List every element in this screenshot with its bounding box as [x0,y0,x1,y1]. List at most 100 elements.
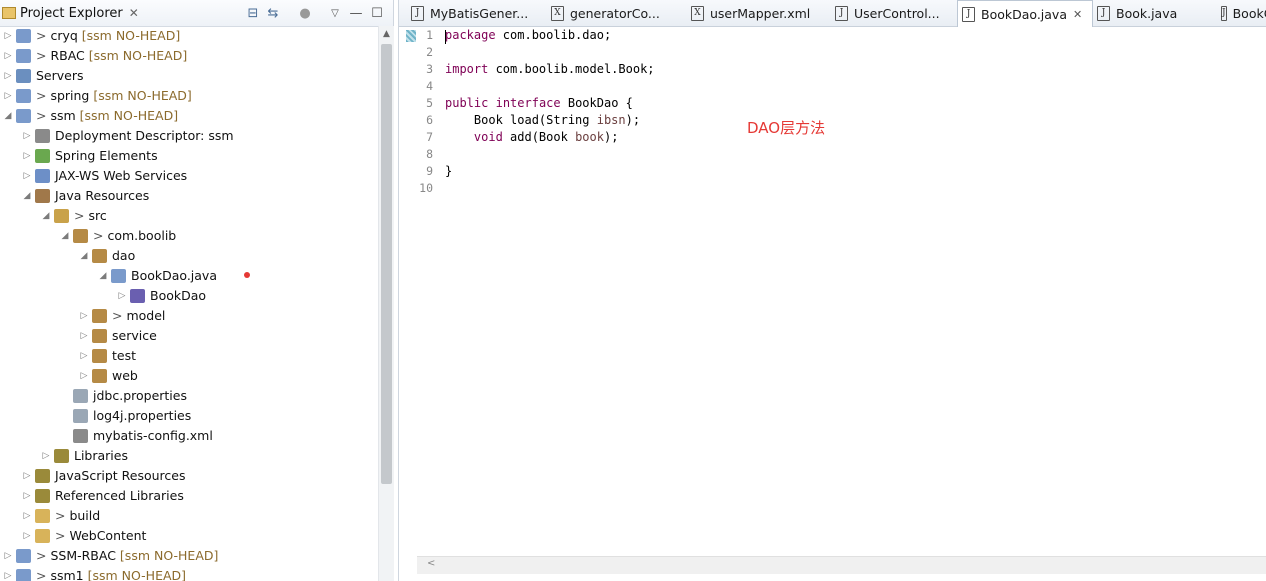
expand-arrow-icon[interactable]: ▷ [22,126,32,146]
project-icon [16,49,31,63]
tree-item[interactable]: ▷ Referenced Libraries [0,486,378,506]
expand-arrow-icon[interactable]: ▷ [22,526,32,546]
tree-item[interactable]: ▷ > build [0,506,378,526]
explorer-tab[interactable]: Project Explorer ✕ [0,0,139,26]
scroll-thumb[interactable] [381,44,392,484]
expand-arrow-icon[interactable]: ▷ [22,466,32,486]
expand-arrow-icon[interactable]: ▷ [22,486,32,506]
tree-item[interactable]: ▷ JAX-WS Web Services [0,166,378,186]
tree-item[interactable]: ▷ > SSM-RBAC [ssm NO-HEAD] [0,546,378,566]
editor-tab[interactable]: J MyBatisGener... [407,0,539,26]
library-icon [54,449,69,463]
collapse-arrow-icon[interactable]: ◢ [98,266,108,286]
tree-item[interactable]: ◢ Java Resources [0,186,378,206]
tree-item[interactable]: ▷ Servers [0,66,378,86]
editor-tab[interactable]: XgeneratorCo... [547,0,679,26]
editor-tab[interactable]: J UserControl... [831,0,949,26]
expand-arrow-icon[interactable]: ▷ [79,306,89,326]
tree-item[interactable]: ▷ test [0,346,378,366]
expand-arrow-icon[interactable]: ▷ [22,166,32,186]
tree-item[interactable]: ◢ dao [0,246,378,266]
tree-item[interactable]: mybatis-config.xml [0,426,378,446]
tree-item[interactable]: ◢ > ssm [ssm NO-HEAD] [0,106,378,126]
tree-item[interactable]: ▷ BookDao [0,286,378,306]
close-tab-icon[interactable]: ✕ [1073,8,1082,21]
editor-tab-label: UserControl... [854,5,940,21]
text-caret [445,30,446,44]
tree-item[interactable]: ▷ Deployment Descriptor: ssm [0,126,378,146]
tree-item[interactable]: ◢ BookDao.java [0,266,378,286]
collapse-arrow-icon[interactable]: ◢ [22,186,32,206]
tree-item[interactable]: ▷ JavaScript Resources [0,466,378,486]
collapse-arrow-icon[interactable]: ◢ [79,246,89,266]
expand-arrow-icon[interactable]: ▷ [3,566,13,581]
tree-item[interactable]: ▷ > model [0,306,378,326]
source-folder-icon [54,209,69,223]
minimize-icon[interactable]: — [347,4,365,22]
editor-tab[interactable]: J BookDao.java ✕ [957,0,1093,27]
tree-item-label: Deployment Descriptor: ssm [55,128,234,143]
editor-tab[interactable]: XuserMapper.xml [687,0,823,26]
code-text: } [445,164,453,178]
scroll-up-arrow-icon[interactable]: ▲ [379,26,394,42]
explorer-title: Project Explorer [20,5,123,21]
line-number: 2 [426,45,433,59]
tree-item-label: > cryq [ssm NO-HEAD] [36,28,181,43]
code-text: Book load(String [445,113,597,127]
collapse-all-icon[interactable]: ⊟ [244,4,262,22]
tree-item[interactable]: ▷ > spring [ssm NO-HEAD] [0,86,378,106]
maximize-icon[interactable]: ☐ [368,4,386,22]
expand-arrow-icon[interactable]: ▷ [117,286,127,306]
expand-arrow-icon[interactable]: ▷ [22,506,32,526]
expand-arrow-icon[interactable]: ▷ [79,326,89,346]
collapse-arrow-icon[interactable]: ◢ [60,226,70,246]
tree-item[interactable]: ▷ service [0,326,378,346]
tree-item[interactable]: ▷ web [0,366,378,386]
editor-tab[interactable]: J BookCon [1217,0,1266,26]
collapse-arrow-icon[interactable]: ◢ [41,206,51,226]
expand-arrow-icon[interactable]: ▷ [3,546,13,566]
expand-arrow-icon[interactable]: ▷ [3,66,13,86]
tree-item-label: > SSM-RBAC [ssm NO-HEAD] [36,548,219,563]
collapse-arrow-icon[interactable]: ◢ [3,106,13,126]
editor-tab-label: BookCon [1232,5,1266,21]
folder-icon [35,509,50,523]
project-icon [16,109,31,123]
filter-icon[interactable]: ● [296,4,314,22]
link-with-editor-icon[interactable]: ⇆ [264,4,282,22]
tree-item[interactable]: ◢ > src [0,206,378,226]
xml-file-icon [73,429,88,443]
parameter: ibsn [596,113,626,127]
editor-tab[interactable]: J Book.java [1093,0,1207,26]
expand-arrow-icon[interactable]: ▷ [3,26,13,46]
view-menu-icon[interactable]: ▽ [326,4,344,22]
expand-arrow-icon[interactable]: ▷ [41,446,51,466]
expand-arrow-icon[interactable]: ▷ [79,366,89,386]
tree-item[interactable]: ▷ > RBAC [ssm NO-HEAD] [0,46,378,66]
tree-item-label: > RBAC [ssm NO-HEAD] [36,48,188,63]
editor-horizontal-scrollbar[interactable]: < [417,556,1266,574]
scroll-left-arrow-icon[interactable]: < [427,558,435,569]
webservice-icon [35,169,50,183]
package-icon [92,309,107,323]
tree-item[interactable]: ◢ > com.boolib [0,226,378,246]
tree-item[interactable]: ▷ Libraries [0,446,378,466]
explorer-vertical-scrollbar[interactable]: ▲ [378,26,394,581]
code-text: com.boolib.dao; [495,28,612,42]
code-content[interactable]: package com.boolib.dao; import com.booli… [445,27,655,197]
expand-arrow-icon[interactable]: ▷ [79,346,89,366]
tree-item[interactable]: ▷ > ssm1 [ssm NO-HEAD] [0,566,378,581]
line-number: 9 [426,164,433,178]
close-icon[interactable]: ✕ [129,6,139,20]
expand-arrow-icon[interactable]: ▷ [22,146,32,166]
tree-item[interactable]: ▷ > cryq [ssm NO-HEAD] [0,26,378,46]
tree-item[interactable]: jdbc.properties [0,386,378,406]
tree-item[interactable]: ▷ Spring Elements [0,146,378,166]
expand-arrow-icon[interactable]: ▷ [3,46,13,66]
expand-arrow-icon[interactable]: ▷ [3,86,13,106]
tree-item[interactable]: log4j.properties [0,406,378,426]
tree-item-label: test [112,348,137,363]
tree-item[interactable]: ▷ > WebContent [0,526,378,546]
